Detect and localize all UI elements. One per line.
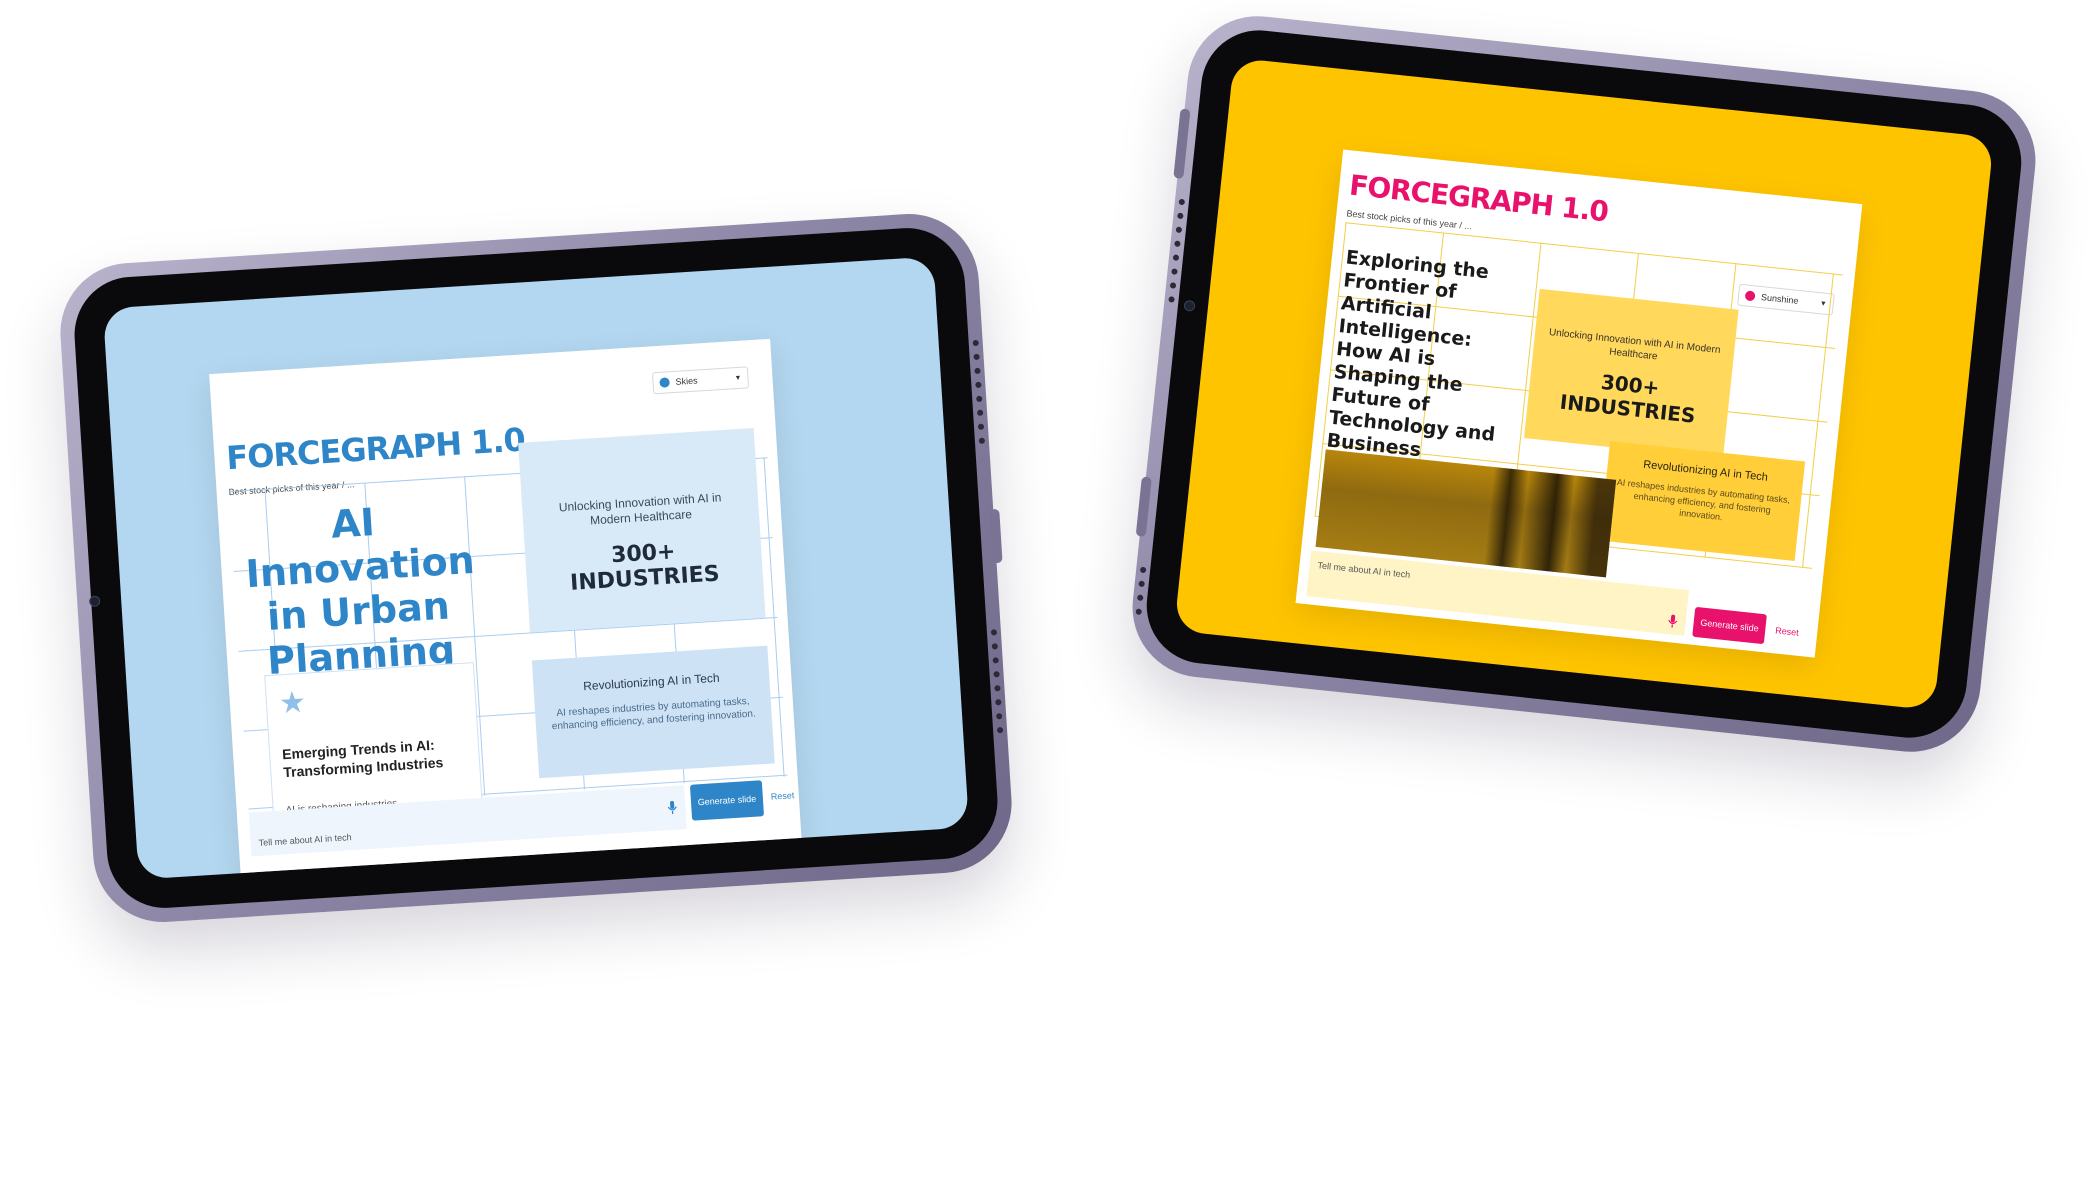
left-slide-title: AI Innovation in Urban Planning (244, 500, 476, 684)
right-tablet-screen: FORCEGRAPH 1.0 Best stock picks of this … (1173, 57, 1995, 711)
right-stat-box: Unlocking Innovation with AI in Modern H… (1524, 288, 1739, 459)
left-tablet-bezel: FORCEGRAPH 1.0 Best stock picks of this … (71, 224, 1001, 912)
right-tech-body: AI reshapes industries by automating tas… (1616, 477, 1791, 523)
left-speaker-bottom (990, 629, 1004, 734)
left-tablet-screen: FORCEGRAPH 1.0 Best stock picks of this … (102, 256, 970, 880)
right-tech-box: Revolutionizing AI in Tech AI reshapes i… (1599, 441, 1806, 561)
left-stat-caption: Unlocking Innovation with AI in Modern H… (558, 490, 722, 528)
left-reset-link[interactable]: Reset (771, 790, 795, 801)
left-prompt-placeholder: Tell me about AI in tech (258, 832, 352, 848)
right-volume-down-button[interactable] (1135, 476, 1152, 538)
left-logo: FORCEGRAPH 1.0 (225, 420, 526, 478)
microphone-icon[interactable] (667, 800, 678, 816)
left-theme-label: Skies (675, 375, 698, 387)
left-trend-title: Emerging Trends in AI: Transforming Indu… (281, 736, 444, 781)
left-tablet: FORCEGRAPH 1.0 Best stock picks of this … (56, 209, 1016, 927)
left-stat-box: Unlocking Innovation with AI in Modern H… (518, 428, 766, 633)
right-stat-value: 300+ INDUSTRIES (1558, 369, 1697, 428)
right-stat-caption: Unlocking Innovation with AI in Modern H… (1548, 327, 1721, 363)
left-tech-title: Revolutionizing AI in Tech (582, 670, 720, 694)
left-theme-select[interactable]: Skies ▼ (651, 366, 750, 395)
right-prompt-placeholder: Tell me about AI in tech (1317, 560, 1411, 580)
left-camera (88, 595, 101, 608)
chevron-down-icon: ▼ (734, 374, 742, 382)
right-camera (1183, 299, 1196, 312)
left-theme-swatch (659, 377, 670, 388)
right-reset-link[interactable]: Reset (1775, 625, 1799, 637)
right-generate-button[interactable]: Generate slide (1692, 606, 1767, 645)
right-slide-title: Exploring the Frontier of Artificial Int… (1325, 246, 1497, 462)
right-volume-up-button[interactable] (1173, 108, 1191, 179)
left-app-window: FORCEGRAPH 1.0 Best stock picks of this … (209, 338, 802, 880)
right-app-window: FORCEGRAPH 1.0 Best stock picks of this … (1295, 149, 1863, 658)
microphone-icon[interactable] (1667, 614, 1678, 629)
left-tech-box: Revolutionizing AI in Tech AI reshapes i… (531, 645, 775, 779)
left-speaker-top (972, 339, 986, 444)
star-icon: ★ (277, 685, 307, 721)
left-tech-body: AI reshapes industries by automating tas… (551, 695, 757, 733)
right-speaker-bottom (1135, 566, 1147, 616)
left-stat-value: 300+ INDUSTRIES (569, 539, 721, 596)
right-tablet: FORCEGRAPH 1.0 Best stock picks of this … (1125, 9, 2043, 759)
left-generate-button[interactable]: Generate slide (689, 780, 765, 821)
right-tablet-bezel: FORCEGRAPH 1.0 Best stock picks of this … (1141, 24, 2027, 744)
left-volume-button[interactable] (989, 508, 1003, 564)
